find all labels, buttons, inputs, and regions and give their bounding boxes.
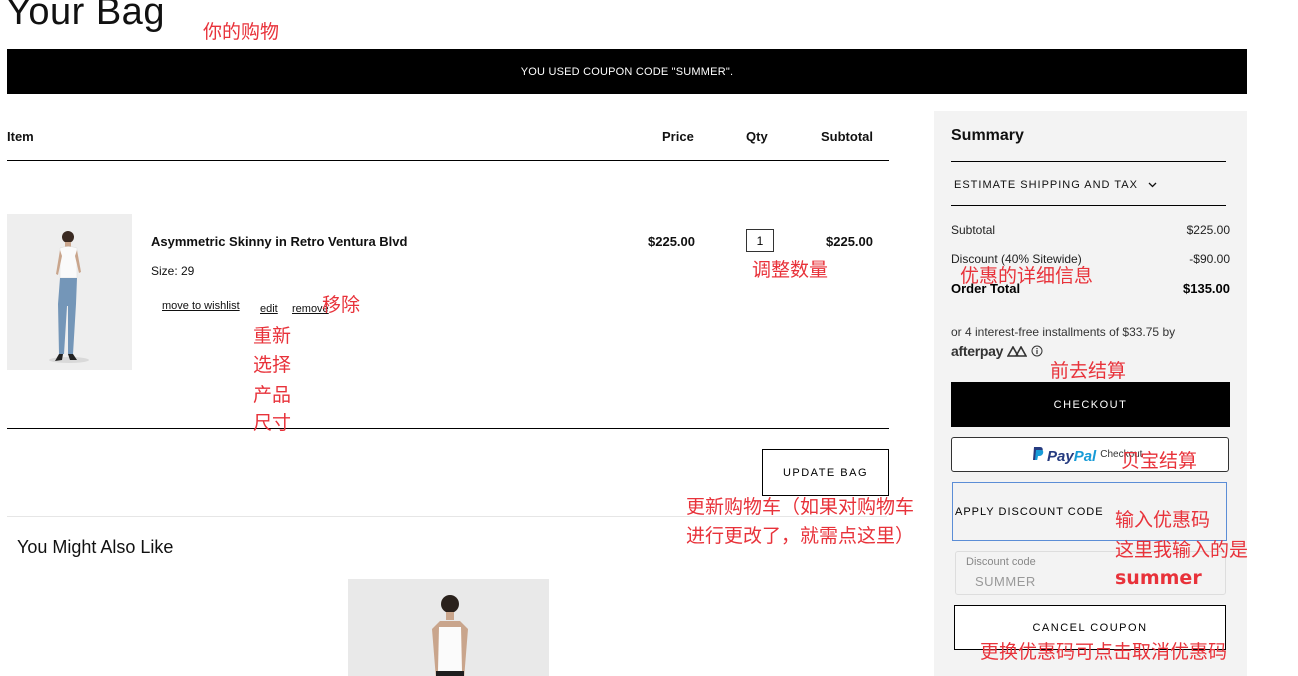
checkout-button[interactable]: CHECKOUT	[951, 382, 1230, 427]
coupon-banner: YOU USED COUPON CODE "SUMMER".	[7, 49, 1247, 94]
annotation-edit-line-3: 产品	[253, 384, 292, 406]
summary-divider-bottom	[951, 205, 1226, 206]
coupon-banner-text: YOU USED COUPON CODE "SUMMER".	[520, 65, 734, 78]
header-subtotal: Subtotal	[821, 129, 873, 144]
recommended-product-image[interactable]	[348, 579, 549, 676]
annotation-edit-line-4: 尺寸	[253, 412, 292, 434]
summary-discount-label: Discount (40% Sitewide)	[951, 252, 1082, 266]
estimate-shipping-toggle[interactable]: ESTIMATE SHIPPING AND TAX	[954, 179, 1157, 191]
summary-divider-top	[951, 161, 1226, 162]
move-to-wishlist-link[interactable]: move to wishlist	[162, 300, 240, 312]
paypal-wordmark-pay: Pay	[1047, 447, 1074, 465]
update-bag-button[interactable]: UPDATE BAG	[762, 449, 889, 496]
product-image[interactable]	[7, 214, 132, 370]
item-price: $225.00	[648, 234, 695, 249]
discount-code-label: Discount code	[966, 556, 1036, 568]
annotation-coupon-line-1: 输入优惠码	[1115, 509, 1211, 531]
header-qty: Qty	[746, 129, 768, 144]
annotation-remove: 移除	[322, 294, 361, 316]
annotation-quantity: 调整数量	[752, 259, 829, 281]
annotation-coupon-line-2: 这里我输入的是	[1115, 539, 1249, 561]
product-name[interactable]: Asymmetric Skinny in Retro Ventura Blvd	[151, 234, 407, 249]
summary-subtotal-label: Subtotal	[951, 223, 996, 237]
annotation-edit-line-1: 重新	[253, 325, 292, 347]
annotation-edit-line-2: 选择	[253, 354, 292, 376]
quantity-input[interactable]	[746, 229, 774, 252]
header-price: Price	[662, 129, 694, 144]
item-divider	[7, 428, 889, 429]
estimate-shipping-label: ESTIMATE SHIPPING AND TAX	[954, 179, 1138, 191]
header-item: Item	[7, 129, 34, 144]
order-total-value: $135.00	[1183, 281, 1230, 296]
afterpay-installments-text: or 4 interest-free installments of $33.7…	[951, 325, 1176, 339]
info-icon[interactable]	[1031, 344, 1043, 360]
annotation-discount-detail: 优惠的详细信息	[960, 265, 1094, 287]
paypal-wordmark-pal: Pal	[1073, 447, 1097, 465]
annotation-update-line-1: 更新购物车（如果对购物车	[686, 496, 915, 518]
header-divider	[7, 160, 889, 161]
annotation-cancel-coupon: 更换优惠码可点击取消优惠码	[980, 641, 1228, 663]
chevron-down-icon	[1148, 179, 1157, 191]
summary-title: Summary	[951, 127, 1024, 144]
model-top-illustration	[348, 579, 549, 676]
summary-discount-value: -$90.00	[1189, 252, 1230, 266]
annotation-coupon-value: summer	[1115, 567, 1202, 589]
model-jeans-illustration	[7, 214, 132, 370]
afterpay-logo: afterpay	[951, 343, 1043, 360]
recommendations-title: You Might Also Like	[17, 537, 174, 557]
summary-subtotal-value: $225.00	[1186, 223, 1230, 237]
afterpay-arrows-icon	[1006, 344, 1028, 360]
paypal-logo-icon	[1032, 446, 1044, 466]
edit-link[interactable]: edit	[260, 303, 278, 315]
annotation-paypal: 贝宝结算	[1121, 450, 1198, 472]
annotation-title: 你的购物	[203, 21, 280, 43]
item-subtotal: $225.00	[826, 234, 873, 249]
product-size: Size: 29	[151, 264, 195, 278]
annotation-checkout: 前去结算	[1050, 360, 1127, 382]
discount-code-value: SUMMER	[975, 574, 1036, 589]
page-title: Your Bag	[6, 0, 165, 33]
afterpay-wordmark: afterpay	[951, 343, 1004, 359]
annotation-update-line-2: 进行更改了，就需点这里）	[686, 525, 915, 547]
